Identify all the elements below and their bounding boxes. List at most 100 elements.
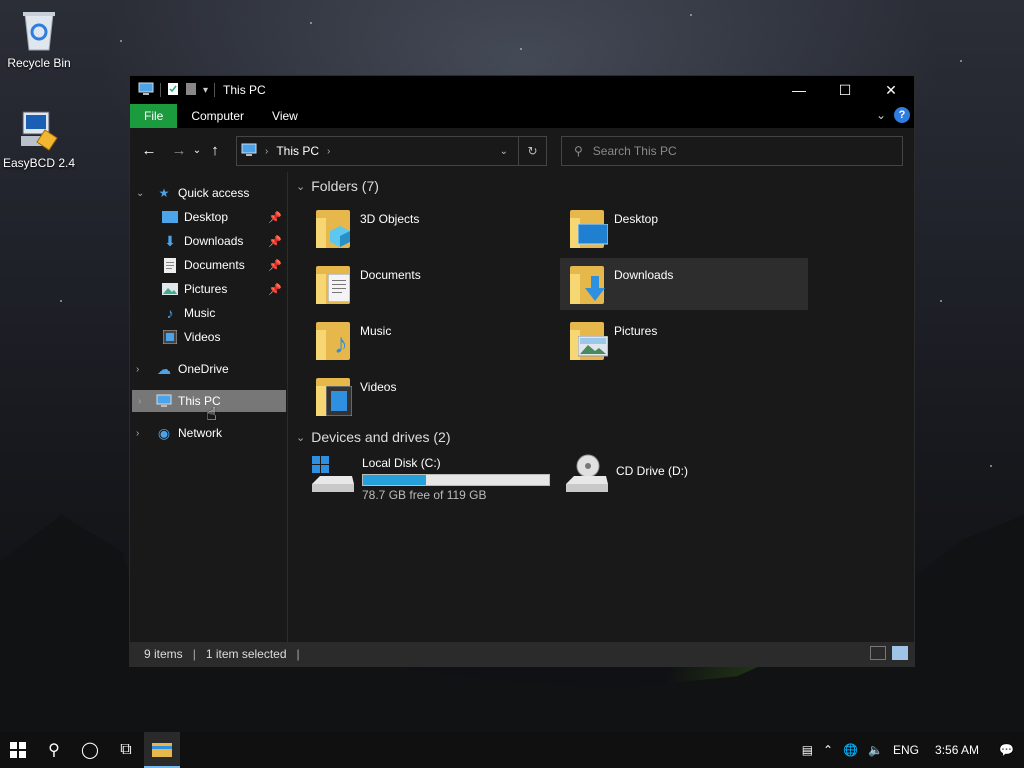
document-icon: [162, 257, 178, 273]
taskbar-file-explorer[interactable]: [144, 732, 180, 768]
help-icon[interactable]: ?: [894, 107, 910, 123]
pin-icon[interactable]: 📌: [268, 235, 282, 248]
start-button[interactable]: [0, 732, 36, 768]
sidebar-item-label: Network: [178, 426, 223, 440]
hard-drive-icon: [310, 454, 356, 496]
content-pane: ⌄ Folders (7) 3D Objects Desktop Documen…: [290, 172, 914, 642]
pictures-icon: [162, 281, 178, 297]
folder-videos[interactable]: Videos: [310, 370, 558, 422]
folder-documents[interactable]: Documents: [310, 258, 558, 310]
refresh-button[interactable]: ↻: [518, 137, 546, 165]
sidebar-item-videos[interactable]: Videos: [130, 326, 286, 348]
customize-toolbar-icon[interactable]: ▾: [203, 85, 208, 96]
group-title: Folders (7): [311, 178, 379, 194]
selection-count: 1 item selected: [205, 647, 287, 661]
tab-computer[interactable]: Computer: [177, 104, 258, 128]
tab-view[interactable]: View: [258, 104, 312, 128]
folder-icon: [568, 318, 608, 362]
notifications-icon[interactable]: 💬: [999, 743, 1014, 757]
up-button[interactable]: ↑: [204, 142, 226, 159]
news-icon[interactable]: ▤: [802, 743, 813, 757]
chevron-right-icon[interactable]: ›: [136, 364, 139, 375]
close-button[interactable]: ✕: [868, 76, 914, 104]
sidebar-item-label: OneDrive: [178, 362, 229, 376]
status-bar: 9 items | 1 item selected |: [130, 642, 914, 666]
pin-icon[interactable]: 📌: [268, 283, 282, 296]
network-icon: ◉: [157, 424, 171, 441]
volume-muted-icon[interactable]: 🔈: [868, 743, 883, 757]
drive-cd-d[interactable]: CD Drive (D:): [564, 454, 814, 502]
language-indicator[interactable]: ENG: [893, 743, 919, 757]
task-view-button[interactable]: ⧉: [108, 732, 144, 768]
details-view-button[interactable]: [870, 646, 886, 660]
back-button[interactable]: ←: [138, 142, 160, 159]
folder-music[interactable]: ♪ Music: [310, 314, 558, 366]
folder-label: Videos: [360, 380, 397, 394]
properties-icon[interactable]: [167, 82, 179, 99]
pin-icon[interactable]: 📌: [268, 211, 282, 224]
cortana-button[interactable]: ◯: [72, 732, 108, 768]
cloud-icon: ☁: [157, 360, 171, 377]
group-title: Devices and drives (2): [311, 429, 451, 445]
pin-icon[interactable]: 📌: [268, 259, 282, 272]
chevron-down-icon[interactable]: ⌄: [296, 180, 305, 193]
chevron-right-icon[interactable]: ›: [138, 396, 141, 407]
drive-usage-bar: [362, 474, 550, 486]
address-dropdown-icon[interactable]: ⌄: [500, 146, 508, 157]
network-globe-icon[interactable]: 🌐: [843, 743, 858, 757]
sidebar-item-quick-access[interactable]: ⌄ ★ Quick access: [130, 182, 286, 204]
new-folder-icon[interactable]: [185, 82, 197, 99]
chevron-right-icon[interactable]: ›: [136, 428, 139, 439]
tab-file[interactable]: File: [130, 104, 178, 128]
desktop-icon-easybcd[interactable]: EasyBCD 2.4: [1, 108, 77, 170]
folder-downloads[interactable]: Downloads: [560, 258, 808, 310]
chevron-down-icon[interactable]: ⌄: [296, 431, 305, 444]
sidebar-item-downloads[interactable]: ⬇ Downloads 📌: [130, 230, 286, 252]
search-input[interactable]: ⚲ Search This PC: [561, 136, 903, 166]
title-bar[interactable]: ▾ This PC — ☐ ✕: [130, 76, 914, 104]
expand-ribbon-icon[interactable]: ⌄: [876, 108, 886, 122]
sidebar-item-documents[interactable]: Documents 📌: [130, 254, 286, 276]
folder-pictures[interactable]: Pictures: [564, 314, 812, 366]
breadcrumb[interactable]: This PC: [276, 144, 319, 158]
music-icon: ♪: [166, 305, 174, 321]
folder-3d-objects[interactable]: 3D Objects: [310, 202, 558, 254]
folder-icon: [568, 206, 608, 250]
windows-logo-icon: [10, 742, 26, 758]
folder-desktop[interactable]: Desktop: [564, 202, 812, 254]
chevron-right-icon[interactable]: ›: [327, 146, 330, 157]
maximize-button[interactable]: ☐: [822, 76, 868, 104]
drive-free-space: 78.7 GB free of 119 GB: [362, 488, 487, 502]
desktop-icon-recycle-bin[interactable]: Recycle Bin: [1, 8, 77, 70]
search-button[interactable]: ⚲: [36, 732, 72, 768]
devices-group-header[interactable]: ⌄ Devices and drives (2): [296, 429, 451, 445]
quick-access-toolbar: ▾: [130, 82, 216, 99]
desktop-icon-label: Recycle Bin: [7, 56, 71, 70]
sidebar-item-onedrive[interactable]: › ☁ OneDrive: [130, 358, 286, 380]
drive-usage-fill: [363, 475, 427, 485]
sidebar-item-label: Quick access: [178, 186, 250, 200]
sidebar-item-pictures[interactable]: Pictures 📌: [130, 278, 286, 300]
ribbon-tabs: File Computer View ⌄ ?: [130, 104, 914, 128]
folder-label: Pictures: [614, 324, 658, 338]
recent-locations-button[interactable]: ⌄: [190, 145, 204, 156]
cd-drive-icon: [564, 454, 610, 496]
minimize-button[interactable]: —: [776, 76, 822, 104]
chevron-right-icon[interactable]: ›: [265, 146, 268, 157]
chevron-down-icon[interactable]: ⌄: [136, 188, 144, 199]
folder-icon: ♪: [314, 318, 354, 362]
window-title: This PC: [223, 83, 266, 97]
divider: [160, 83, 161, 97]
sidebar-item-desktop[interactable]: Desktop 📌: [130, 206, 286, 228]
folder-label: Documents: [360, 268, 421, 282]
drive-local-disk-c[interactable]: Local Disk (C:) 78.7 GB free of 119 GB: [310, 454, 560, 502]
clock[interactable]: 3:56 AM: [935, 743, 979, 757]
forward-button[interactable]: →: [168, 142, 190, 159]
sidebar-item-network[interactable]: › ◉ Network: [130, 422, 286, 444]
chevron-up-icon[interactable]: ⌃: [823, 743, 833, 757]
folders-group-header[interactable]: ⌄ Folders (7): [296, 178, 379, 194]
sidebar-item-music[interactable]: ♪ Music: [130, 302, 286, 324]
address-bar[interactable]: › This PC › ⌄ ↻: [236, 136, 547, 166]
drive-label: Local Disk (C:): [362, 456, 441, 470]
large-icons-view-button[interactable]: [892, 646, 908, 660]
